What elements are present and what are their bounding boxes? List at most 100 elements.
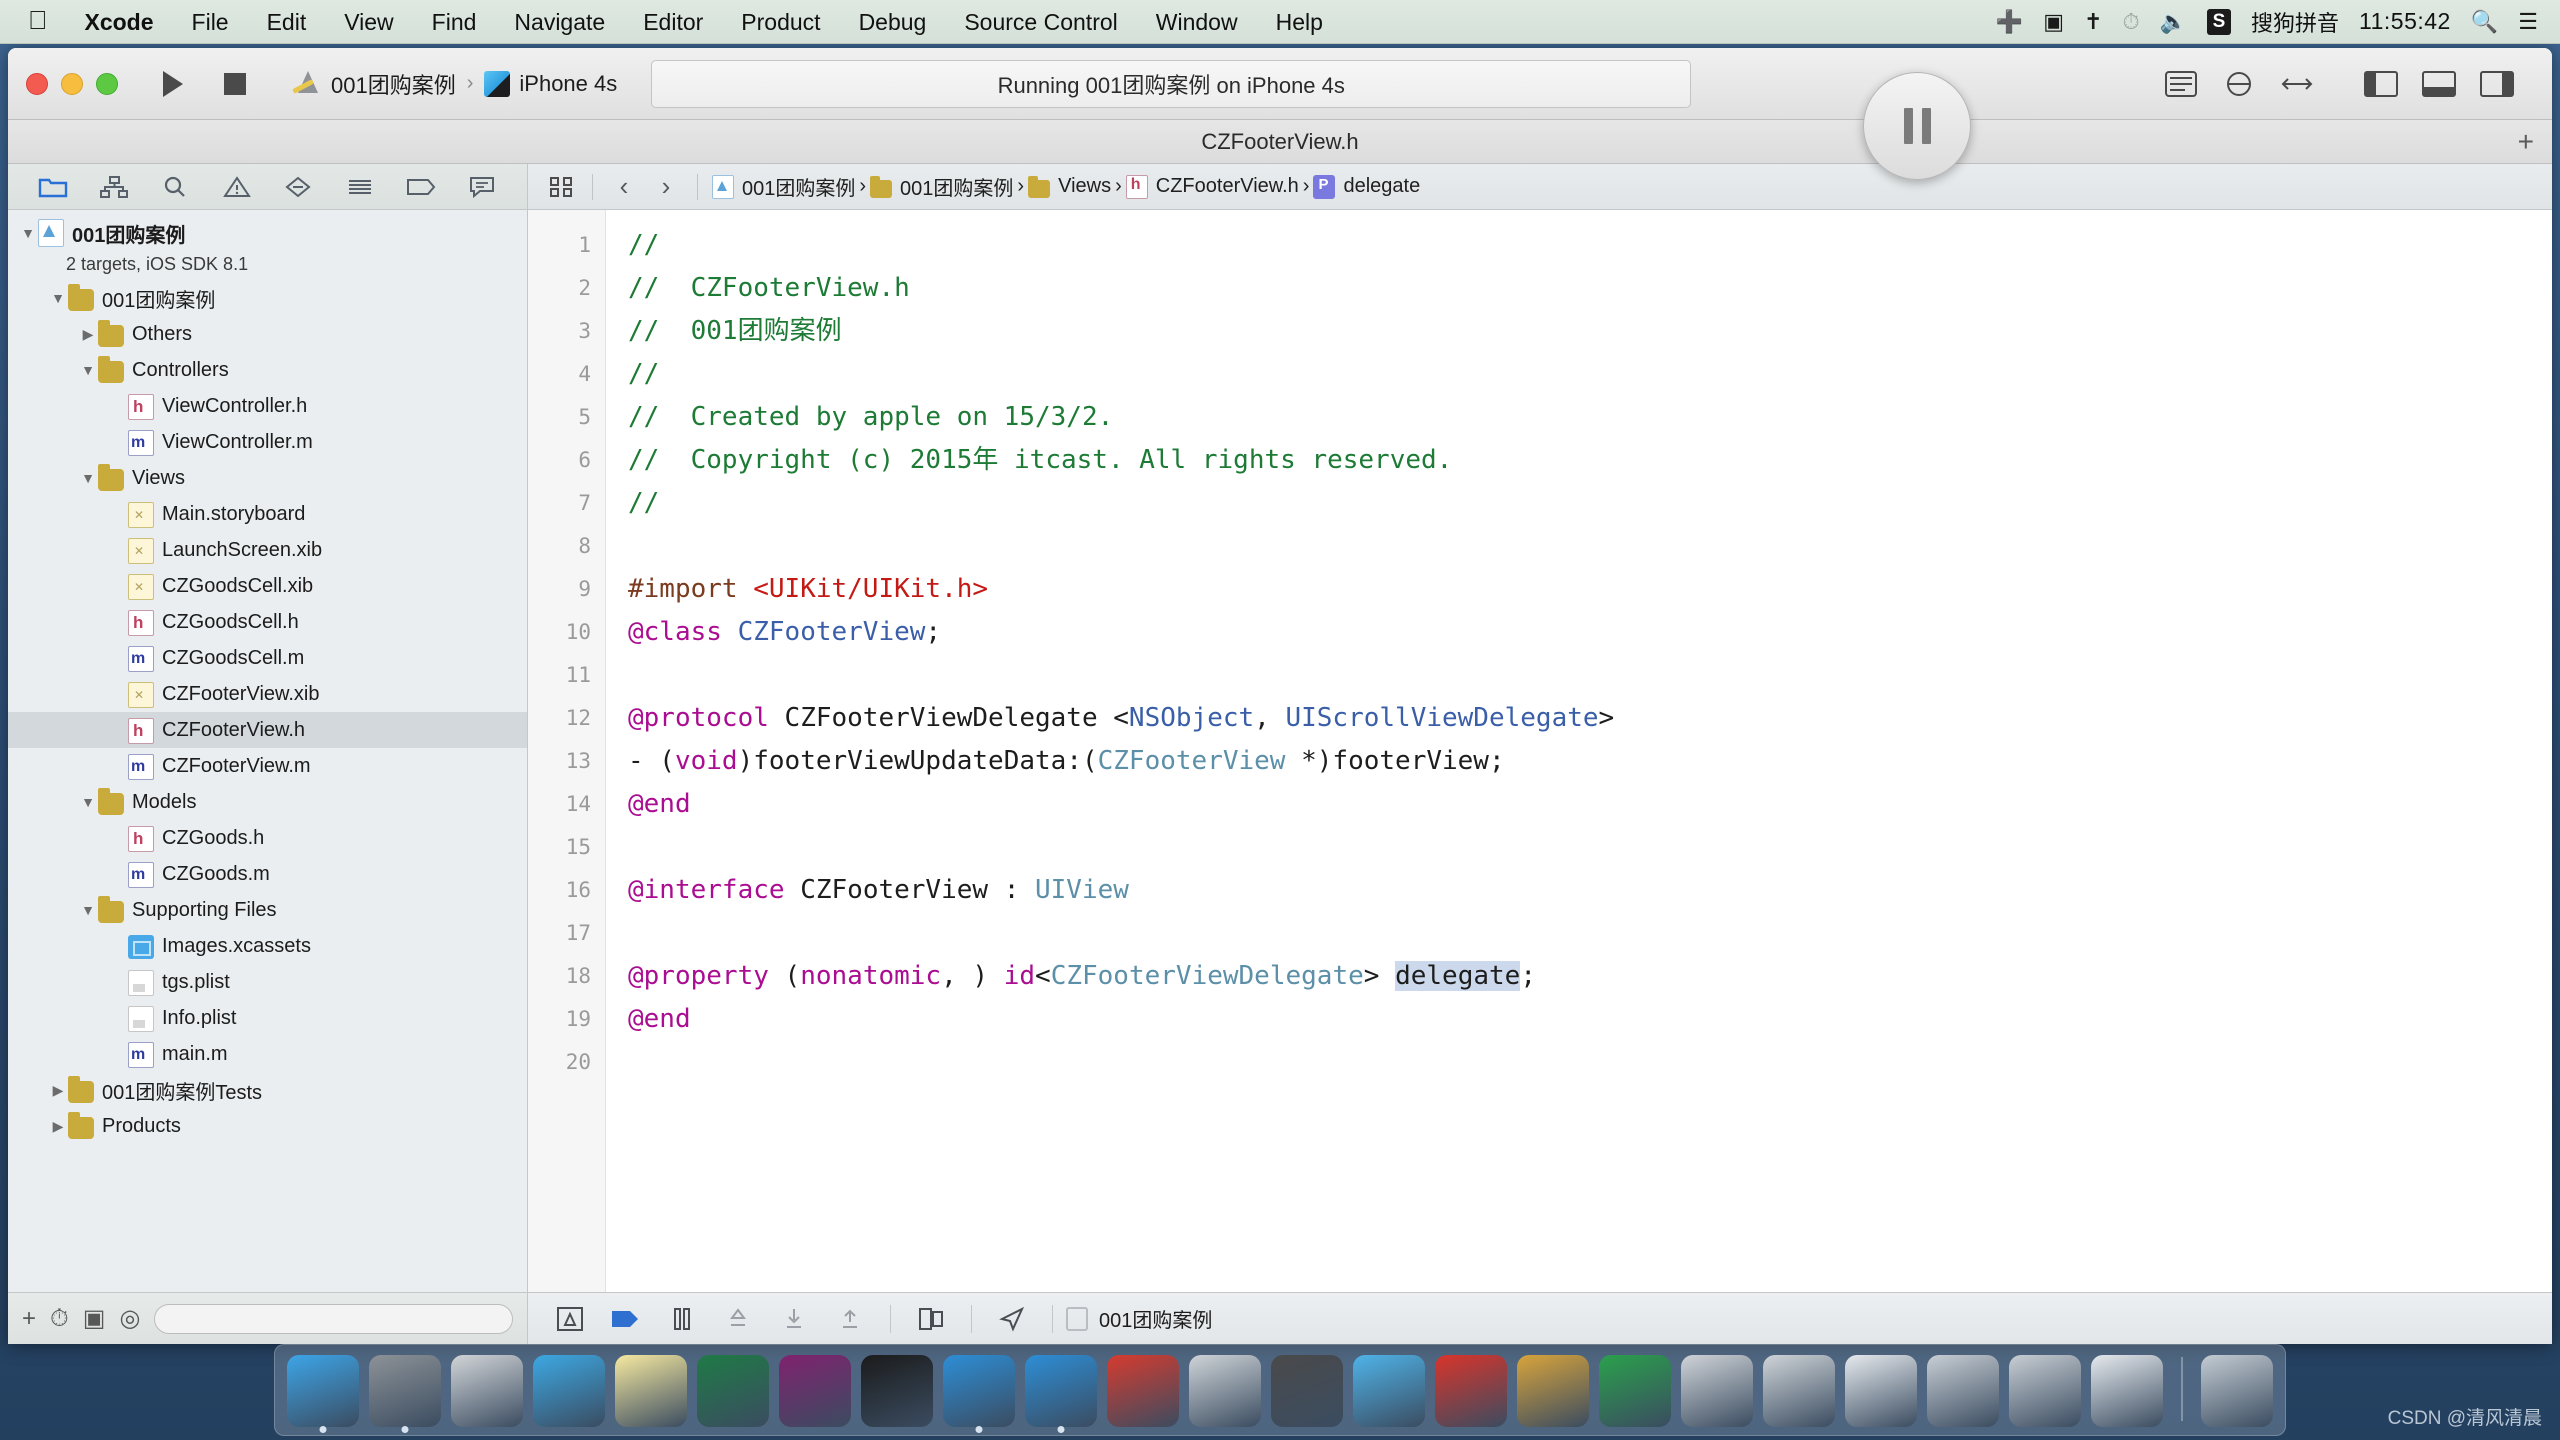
pause-button[interactable] [1863,72,1971,180]
navigate-forward-button[interactable]: › [645,171,687,202]
add-tab-button[interactable]: + [2518,127,2534,156]
menu-editor[interactable]: Editor [624,0,722,44]
twisty-down-icon[interactable]: ▼ [48,290,68,306]
filter-input[interactable] [154,1303,513,1334]
dock-item-filezilla[interactable] [1435,1355,1507,1427]
tree-item[interactable]: LaunchScreen.xib [8,532,527,568]
project-navigator-tab[interactable] [30,170,76,204]
minimize-button[interactable] [61,72,83,95]
code-editor[interactable]: 1 2 3 4 5 6 7 8 9 10 11 12 13 14 15 16 17 18 19 20 //// CZF… [528,210,2552,1292]
dock-item-qq[interactable] [1353,1355,1425,1427]
input-method-badge[interactable]: S [2207,8,2232,35]
version-editor-button[interactable] [2268,62,2326,106]
menu-xcode[interactable]: Xcode [66,0,173,44]
assistant-editor-button[interactable] [2210,62,2268,106]
project-file-tree[interactable]: ▼ 001团购案例 2 targets, iOS SDK 8.1 ▼ 001团购案例 ▶ O… [8,210,527,1292]
symbol-navigator-tab[interactable] [91,170,137,204]
step-over-icon[interactable] [710,1306,766,1332]
source-code[interactable]: // // CZFooterView.h // 001团购案例 // // Create… [606,210,2552,1292]
dock-item-launchpad[interactable] [451,1355,523,1427]
twisty-down-icon[interactable]: ▼ [78,902,98,918]
dock-item-trash[interactable] [2201,1355,2273,1427]
toggle-debug-area-button[interactable] [2410,62,2468,106]
add-file-button[interactable]: + [22,1305,36,1333]
breakpoint-navigator-tab[interactable] [398,170,444,204]
source-control-icon[interactable]: ▣ [83,1304,106,1333]
continue-icon[interactable] [598,1307,654,1331]
dock-item-window-2[interactable] [1927,1355,1999,1427]
dock-item-snipaste[interactable] [1189,1355,1261,1427]
menu-debug[interactable]: Debug [840,0,946,44]
dock-item-excel[interactable] [697,1355,769,1427]
tree-item[interactable]: ▶ Others [8,316,527,352]
tree-item[interactable]: main.m [8,1036,527,1072]
standard-editor-button[interactable] [2152,62,2210,106]
twisty-right-icon[interactable]: ▶ [78,326,98,343]
recent-files-icon[interactable]: ⏱ [50,1305,69,1333]
tree-item[interactable]: CZFooterView.xib [8,676,527,712]
breadcrumb-item[interactable]: 001团购案例 [866,172,1017,201]
menu-product[interactable]: Product [722,0,839,44]
apple-menu-icon[interactable]:  [0,7,66,33]
screen-record-icon[interactable]: ▣ [2043,10,2064,33]
dock-item-onenote[interactable] [779,1355,851,1427]
dock-item-system-preferences[interactable] [369,1355,441,1433]
menu-navigate[interactable]: Navigate [495,0,624,44]
tree-item[interactable]: CZGoodsCell.xib [8,568,527,604]
tree-item[interactable]: CZGoods.h [8,820,527,856]
menubar-clock[interactable]: 11:55:42 [2359,8,2451,35]
menu-edit[interactable]: Edit [248,0,326,44]
log-navigator-tab[interactable] [459,170,505,204]
dock-item-prototype[interactable] [1107,1355,1179,1427]
dock-item-appstore[interactable] [1681,1355,1753,1427]
dock-item-xcode-beta[interactable] [1763,1355,1835,1427]
tree-item[interactable]: Main.storyboard [8,496,527,532]
tree-item[interactable]: ▼ Controllers [8,352,527,388]
breadcrumb-item[interactable]: 001团购案例 [708,172,859,201]
tree-item[interactable]: ▼ 001团购案例 [8,280,527,316]
tree-item[interactable]: ▶ 001团购案例Tests [8,1072,527,1108]
navigate-back-button[interactable]: ‹ [603,171,645,202]
scheme-selector[interactable]: 001团购案例 › iPhone 4s [292,68,617,100]
tree-item[interactable]: CZFooterView.h [8,712,527,748]
dock-item-quicktime[interactable] [1271,1355,1343,1427]
twisty-down-icon[interactable]: ▼ [78,362,98,378]
stop-button[interactable] [204,61,266,107]
dock-item-finder[interactable] [287,1355,359,1433]
menu-find[interactable]: Find [413,0,496,44]
breadcrumb-item[interactable]: delegate [1309,174,1424,199]
step-out-icon[interactable] [822,1306,878,1332]
pause-icon[interactable] [654,1306,710,1332]
zoom-button[interactable] [96,72,118,95]
find-navigator-tab[interactable] [152,170,198,204]
twisty-right-icon[interactable]: ▶ [48,1082,68,1099]
debug-navigator-tab[interactable] [337,170,383,204]
breadcrumb-item[interactable]: CZFooterView.h [1122,174,1303,199]
tree-item[interactable]: CZGoodsCell.m [8,640,527,676]
tree-item[interactable]: Images.xcassets [8,928,527,964]
twisty-down-icon[interactable]: ▼ [18,225,38,241]
twisty-down-icon[interactable]: ▼ [78,470,98,486]
tree-item[interactable]: ▶ Products [8,1108,527,1144]
tree-item[interactable]: CZGoodsCell.h [8,604,527,640]
search-icon[interactable]: 🔍 [2471,10,2498,33]
view-debugging-icon[interactable] [903,1306,959,1332]
dock-item-xcode[interactable] [943,1355,1015,1433]
tree-item[interactable]: Info.plist [8,1000,527,1036]
dock-item-safari[interactable] [533,1355,605,1427]
simulate-location-icon[interactable] [984,1306,1040,1332]
toggle-utilities-button[interactable] [2468,62,2526,106]
tree-item[interactable]: ViewController.h [8,388,527,424]
toggle-navigator-button[interactable] [2352,62,2410,106]
tree-item[interactable]: ▼ Models [8,784,527,820]
dock-item-terminal[interactable] [861,1355,933,1427]
tree-item[interactable]: CZFooterView.m [8,748,527,784]
bluetooth-icon[interactable]: ✝ [2084,10,2102,33]
tree-item[interactable]: CZGoods.m [8,856,527,892]
time-machine-icon[interactable]: ⏱ [2122,10,2139,33]
issue-navigator-tab[interactable] [214,170,260,204]
debug-view-hierarchy-icon[interactable] [542,1306,598,1332]
airplay-icon[interactable]: ➕ [1996,10,2023,33]
tree-item[interactable]: ViewController.m [8,424,527,460]
volume-icon[interactable]: 🔈 [2160,10,2187,33]
